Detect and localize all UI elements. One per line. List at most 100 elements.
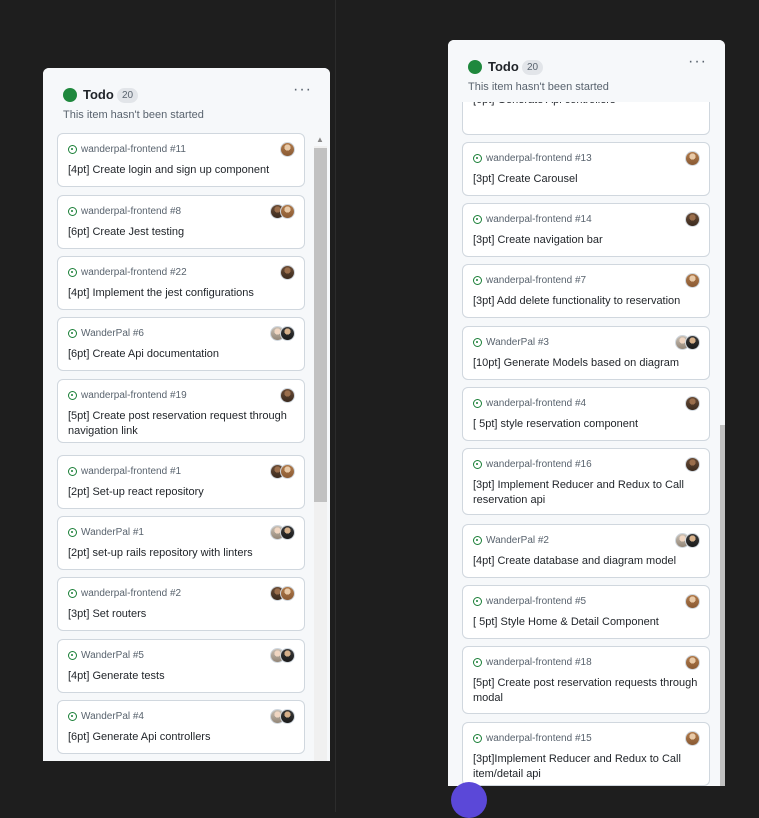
issue-repo[interactable]: wanderpal-frontend #1	[68, 466, 181, 477]
assignees[interactable]	[270, 525, 295, 540]
issue-title[interactable]: [2pt] set-up rails repository with linte…	[68, 546, 294, 561]
issue-card[interactable]: wanderpal-frontend #1 [2pt] Set-up react …	[57, 455, 305, 509]
todo-column-right: [6pt] Generate Api controllerswanderpal-…	[448, 40, 725, 786]
issue-repo[interactable]: WanderPal #6	[68, 328, 144, 339]
column-menu-button[interactable]: ···	[688, 53, 707, 71]
issue-title[interactable]: [3pt] Set routers	[68, 607, 294, 622]
issue-card[interactable]: WanderPal #6 [6pt] Create Api documentati…	[57, 317, 305, 371]
issue-title[interactable]: [6pt] Generate Api controllers	[68, 730, 294, 745]
avatar	[280, 326, 295, 341]
issue-repo-label: wanderpal-frontend #2	[81, 588, 182, 599]
issue-repo[interactable]: wanderpal-frontend #5	[473, 596, 586, 607]
column-header: Todo 20 This item hasn't been started ··…	[448, 40, 725, 102]
issue-title[interactable]: [10pt] Generate Models based on diagram	[473, 356, 699, 371]
issue-title[interactable]: [4pt] Generate tests	[68, 669, 294, 684]
column-menu-button[interactable]: ···	[293, 81, 312, 99]
issue-repo-label: wanderpal-frontend #14	[486, 214, 592, 225]
scrollbar-thumb[interactable]	[314, 148, 327, 502]
issue-title[interactable]: [4pt] Create login and sign up component	[68, 163, 294, 178]
status-dot-icon	[468, 60, 482, 74]
issue-card[interactable]: wanderpal-frontend #22 [4pt] Implement th…	[57, 256, 305, 310]
issue-title[interactable]: [3pt] Implement Reducer and Redux to Cal…	[473, 478, 699, 508]
issue-open-icon	[68, 528, 77, 537]
scroll-up-arrow-icon[interactable]: ▲	[316, 135, 324, 144]
issue-card[interactable]: WanderPal #4 [6pt] Generate Api controlle…	[57, 700, 305, 754]
assignees[interactable]	[685, 151, 700, 166]
assignees[interactable]	[270, 586, 295, 601]
assignees[interactable]	[685, 457, 700, 472]
issue-card[interactable]: WanderPal #3 [10pt] Generate Models based…	[462, 326, 710, 380]
issue-title[interactable]: [3pt] Create navigation bar	[473, 233, 699, 248]
issue-card[interactable]: wanderpal-frontend #7 [3pt] Add delete fu…	[462, 264, 710, 318]
assignees[interactable]	[270, 464, 295, 479]
assignees[interactable]	[685, 212, 700, 227]
issue-repo[interactable]: wanderpal-frontend #2	[68, 588, 181, 599]
issue-title[interactable]: [6pt] Create Jest testing	[68, 225, 294, 240]
issue-card[interactable]: WanderPal #2 [4pt] Create database and di…	[462, 524, 710, 578]
avatar	[685, 731, 700, 746]
issue-card[interactable]: wanderpal-frontend #4 [ 5pt] style reserv…	[462, 387, 710, 441]
issue-card[interactable]: wanderpal-frontend #8 [6pt] Create Jest t…	[57, 195, 305, 249]
issue-repo[interactable]: WanderPal #1	[68, 527, 144, 538]
assignees[interactable]	[280, 388, 295, 403]
issue-title[interactable]: [5pt] Create post reservation requests t…	[473, 676, 699, 706]
assignees[interactable]	[270, 709, 295, 724]
assignees[interactable]	[685, 655, 700, 670]
issue-open-icon	[68, 712, 77, 721]
issue-repo[interactable]: WanderPal #5	[68, 650, 144, 661]
issue-repo[interactable]: wanderpal-frontend #18	[473, 657, 592, 668]
issue-card[interactable]: wanderpal-frontend #16 [3pt] Implement Re…	[462, 448, 710, 515]
issue-title[interactable]: [6pt] Create Api documentation	[68, 347, 294, 362]
assignees[interactable]	[270, 204, 295, 219]
issue-repo[interactable]: wanderpal-frontend #4	[473, 398, 586, 409]
issue-repo[interactable]: wanderpal-frontend #11	[68, 144, 186, 155]
issue-card[interactable]: wanderpal-frontend #19 [5pt] Create post …	[57, 379, 305, 443]
issue-title[interactable]: [2pt] Set-up react repository	[68, 485, 294, 500]
issue-card[interactable]: wanderpal-frontend #18 [5pt] Create post …	[462, 646, 710, 714]
issue-title[interactable]: [4pt] Implement the jest configurations	[68, 286, 294, 301]
assignees[interactable]	[685, 731, 700, 746]
item-count-badge: 20	[522, 60, 544, 75]
issue-card[interactable]: wanderpal-frontend #14 [3pt] Create navig…	[462, 203, 710, 257]
issue-title[interactable]: [3pt]Implement Reducer and Redux to Call…	[473, 752, 699, 782]
issue-repo[interactable]: wanderpal-frontend #13	[473, 153, 592, 164]
issue-title[interactable]: [3pt] Add delete functionality to reserv…	[473, 294, 699, 309]
issue-card[interactable]: wanderpal-frontend #13 [3pt] Create Carou…	[462, 142, 710, 196]
column-header: Todo 20 This item hasn't been started ··…	[43, 68, 330, 130]
issue-card[interactable]: wanderpal-frontend #5 [ 5pt] Style Home &…	[462, 585, 710, 639]
issue-repo[interactable]: wanderpal-frontend #22	[68, 267, 187, 278]
issue-title[interactable]: [ 5pt] style reservation component	[473, 417, 699, 432]
issue-title[interactable]: [3pt] Create Carousel	[473, 172, 699, 187]
issue-repo[interactable]: WanderPal #4	[68, 711, 144, 722]
issue-repo[interactable]: wanderpal-frontend #7	[473, 275, 586, 286]
issue-card[interactable]: WanderPal #5 [4pt] Generate tests	[57, 639, 305, 693]
assignees[interactable]	[685, 594, 700, 609]
issue-repo-label: wanderpal-frontend #13	[486, 153, 592, 164]
issue-title[interactable]: [4pt] Create database and diagram model	[473, 554, 699, 569]
issue-card[interactable]: wanderpal-frontend #2 [3pt] Set routers	[57, 577, 305, 631]
issue-title[interactable]: [5pt] Create post reservation request th…	[68, 409, 294, 439]
issue-repo[interactable]: WanderPal #2	[473, 535, 549, 546]
assignees[interactable]	[270, 648, 295, 663]
assignees[interactable]	[675, 533, 700, 548]
issue-card[interactable]: wanderpal-frontend #15 [3pt]Implement Red…	[462, 722, 710, 786]
issue-title[interactable]: [ 5pt] Style Home & Detail Component	[473, 615, 699, 630]
assignees[interactable]	[685, 273, 700, 288]
issue-card[interactable]: WanderPal #1 [2pt] set-up rails repositor…	[57, 516, 305, 570]
issue-repo[interactable]: wanderpal-frontend #15	[473, 733, 592, 744]
issue-repo[interactable]: WanderPal #3	[473, 337, 549, 348]
floating-action-button[interactable]	[451, 782, 487, 818]
avatar	[685, 396, 700, 411]
assignees[interactable]	[685, 396, 700, 411]
assignees[interactable]	[675, 335, 700, 350]
issue-repo[interactable]: wanderpal-frontend #16	[473, 459, 592, 470]
issue-repo[interactable]: wanderpal-frontend #19	[68, 390, 187, 401]
assignees[interactable]	[280, 265, 295, 280]
scrollbar-thumb[interactable]	[720, 425, 725, 786]
issue-card[interactable]: wanderpal-frontend #11 [4pt] Create login…	[57, 133, 305, 187]
issue-repo[interactable]: wanderpal-frontend #8	[68, 206, 181, 217]
column-title: Todo	[488, 59, 519, 74]
assignees[interactable]	[280, 142, 295, 157]
assignees[interactable]	[270, 326, 295, 341]
issue-repo[interactable]: wanderpal-frontend #14	[473, 214, 592, 225]
